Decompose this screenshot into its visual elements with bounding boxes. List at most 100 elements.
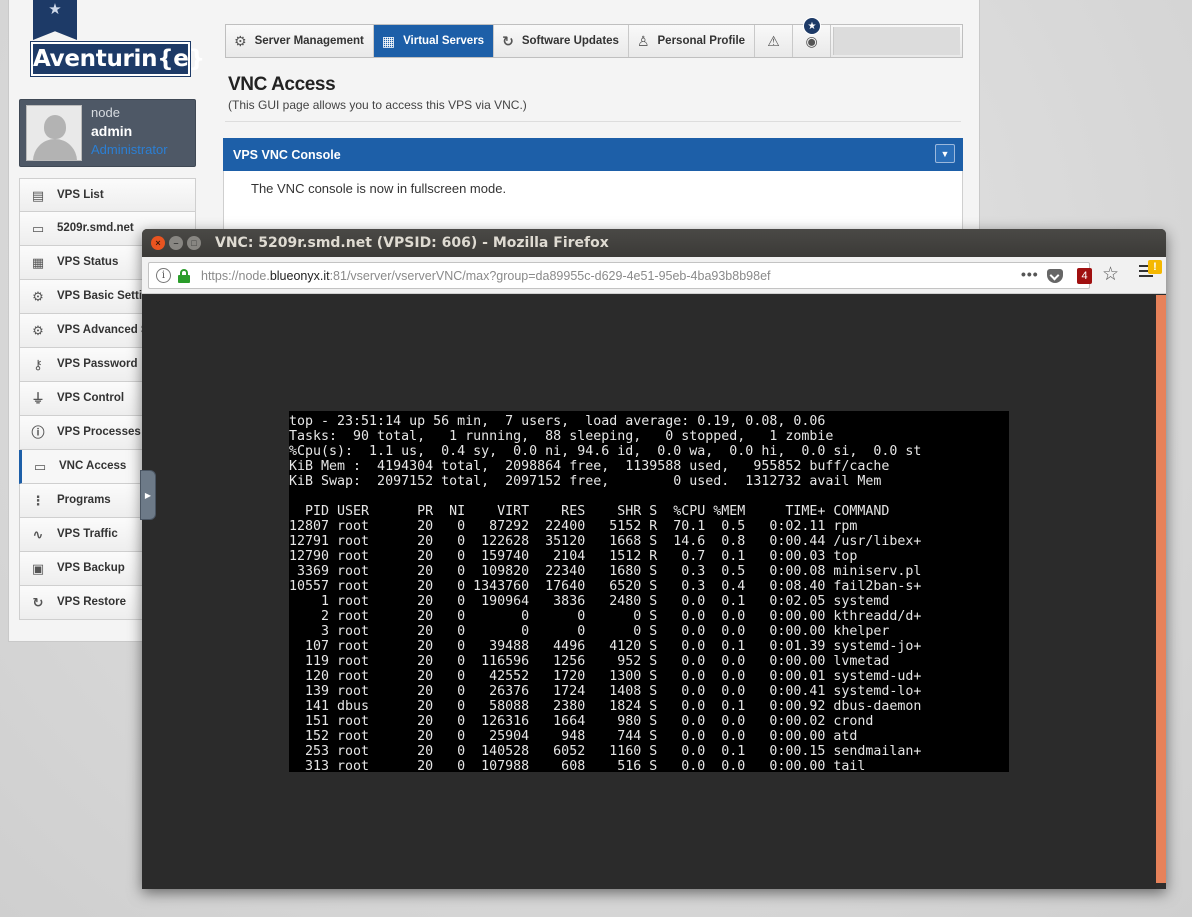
grid-icon: ▦ [381, 32, 396, 49]
sidebar-item-label: VPS Control [57, 392, 125, 404]
info-icon[interactable]: i [156, 268, 171, 283]
process-row: 141 dbus 20 0 58088 2380 1824 S 0.0 0.1 … [289, 699, 922, 714]
list-icon: ▤ [31, 188, 45, 203]
sidebar-item-label: VPS Advanced S [57, 324, 149, 336]
gear-icon: ⚙ [234, 32, 247, 49]
tab-label: Server Management [254, 35, 364, 47]
user-name: admin [91, 123, 133, 139]
panel-toggle-button[interactable]: ▼ [935, 144, 955, 163]
tab-personal-profile[interactable]: ♙ Personal Profile [629, 25, 756, 57]
refresh-icon: ↻ [502, 32, 514, 49]
sidebar-item-label: VPS Password [57, 358, 138, 370]
gears-icon: ⚙ [32, 323, 44, 338]
notification-star-badge: ★ [803, 17, 821, 35]
pocket-icon[interactable] [1047, 269, 1063, 283]
lifebuoy-icon: ◉ [805, 32, 818, 49]
sidebar-item-vps-list[interactable]: ▤ VPS List [19, 178, 196, 212]
tab-label: Software Updates [521, 35, 619, 47]
key-icon: ⚷ [33, 357, 43, 372]
window-title: VNC: 5209r.smd.net (VPSID: 606) - Mozill… [215, 235, 609, 251]
gear-icon: ⚙ [32, 289, 44, 304]
backup-icon: ▣ [31, 561, 45, 576]
process-row: 107 root 20 0 39488 4496 4120 S 0.0 0.1 … [289, 639, 922, 654]
user-box: node admin Administrator [19, 99, 196, 167]
process-row: 12790 root 20 0 159740 2104 1512 R 0.7 0… [289, 549, 858, 564]
logo[interactable]: Aventurin{e} [30, 41, 205, 77]
process-row: 12807 root 20 0 87292 22400 5152 R 70.1 … [289, 519, 858, 534]
top-header-line: %Cpu(s): 1.1 us, 0.4 sy, 0.0 ni, 94.6 id… [289, 444, 922, 459]
firefox-window: × – □ VNC: 5209r.smd.net (VPSID: 606) - … [142, 229, 1166, 889]
avatar [26, 105, 82, 161]
process-row: 12791 root 20 0 122628 35120 1668 S 14.6… [289, 534, 922, 549]
user-group-link[interactable]: Administrator [91, 142, 168, 157]
star-icon: ★ [48, 1, 62, 18]
bookmark-star-icon[interactable]: ☆ [1102, 263, 1119, 286]
warning-icon: ⚠ [767, 32, 780, 49]
process-row: 1 root 20 0 190964 3836 2480 S 0.0 0.1 0… [289, 594, 890, 609]
url-bar[interactable]: i https://node.blueonyx.it:81/vserver/vs… [148, 262, 1092, 289]
window-close-button[interactable]: × [151, 236, 165, 250]
tab-software-updates[interactable]: ↻ Software Updates [494, 25, 629, 57]
sidebar-item-label: VPS List [57, 189, 104, 201]
process-row: 2 root 20 0 0 0 0 S 0.0 0.0 0:00.00 kthr… [289, 609, 922, 624]
navigation-bar: i https://node.blueonyx.it:81/vserver/vs… [142, 257, 1166, 294]
info-icon: ⓘ [31, 425, 45, 440]
sidebar-item-label: VPS Processes [57, 426, 141, 438]
monitor-icon: ▭ [33, 459, 47, 474]
scrollbar[interactable] [1156, 295, 1166, 883]
top-process-rows: 12807 root 20 0 87292 22400 5152 R 70.1 … [289, 519, 1009, 772]
tab-virtual-servers[interactable]: ▦ Virtual Servers [373, 25, 495, 57]
tab-warning[interactable]: ⚠ [755, 25, 794, 57]
url-text[interactable]: https://node.blueonyx.it:81/vserver/vser… [201, 269, 771, 283]
vnc-terminal-screen[interactable]: top - 23:51:14 up 56 min, 7 users, load … [289, 411, 1009, 772]
page-subtitle: (This GUI page allows you to access this… [228, 98, 527, 112]
process-row: 3369 root 20 0 109820 22340 1680 S 0.3 0… [289, 564, 922, 579]
main-tabs: ⚙ Server Management ▦ Virtual Servers ↻ Softw… [225, 24, 963, 58]
window-minimize-button[interactable]: – [169, 236, 183, 250]
chart-icon: ∿ [32, 527, 44, 542]
sidebar-item-label: VPS Status [57, 256, 119, 268]
process-row: 120 root 20 0 42552 1720 1300 S 0.0 0.0 … [289, 669, 922, 684]
person-icon: ♙ [636, 32, 650, 49]
logo-ribbon: ★ [33, 0, 77, 40]
panel-header: VPS VNC Console ▼ [223, 138, 963, 171]
tab-label: Personal Profile [657, 35, 746, 47]
laptop-icon: ▭ [31, 221, 45, 236]
vnc-viewport[interactable]: top - 23:51:14 up 56 min, 7 users, load … [142, 295, 1156, 889]
top-column-headers: PID USER PR NI VIRT RES SHR S %CPU %MEM … [289, 504, 890, 519]
tab-server-management[interactable]: ⚙ Server Management [226, 25, 374, 57]
sidebar-item-label: VPS Traffic [57, 528, 118, 540]
window-titlebar[interactable]: × – □ VNC: 5209r.smd.net (VPSID: 606) - … [142, 229, 1166, 257]
tab-label: Virtual Servers [403, 35, 485, 47]
sidebar-item-label: VPS Backup [57, 562, 125, 574]
panel-body: The VNC console is now in fullscreen mod… [223, 171, 963, 231]
panel-message: The VNC console is now in fullscreen mod… [251, 181, 507, 196]
sidebar-item-label: VNC Access [59, 460, 127, 472]
sidebar-item-label: VPS Restore [57, 596, 127, 608]
panel-title: VPS VNC Console [233, 148, 341, 162]
sidebar-item-label: Programs [57, 494, 111, 506]
process-row: 151 root 20 0 126316 1664 980 S 0.0 0.0 … [289, 714, 874, 729]
restore-icon: ↻ [32, 595, 44, 610]
window-maximize-button[interactable]: □ [187, 236, 201, 250]
page-actions-icon[interactable]: ••• [1021, 266, 1039, 282]
top-header-line: KiB Mem : 4194304 total, 2098864 free, 1… [289, 459, 890, 474]
warning-badge-icon: ! [1148, 260, 1162, 274]
top-header-line: Tasks: 90 total, 1 running, 88 sleeping,… [289, 429, 834, 444]
process-row: 253 root 20 0 140528 6052 1160 S 0.0 0.1… [289, 744, 922, 759]
ublock-icon[interactable]: 4 [1077, 268, 1092, 284]
sidebar-item-label: 5209r.smd.net [57, 222, 134, 234]
process-row: 10557 root 20 0 1343760 17640 6520 S 0.3… [289, 579, 922, 594]
tab-bar-filler [833, 27, 960, 55]
vnc-control-bar-handle[interactable]: ▶ [140, 470, 156, 520]
lock-icon[interactable] [178, 269, 190, 283]
process-row: 119 root 20 0 116596 1256 952 S 0.0 0.0 … [289, 654, 890, 669]
page-title: VNC Access [228, 74, 336, 95]
top-header: top - 23:51:14 up 56 min, 7 users, load … [289, 414, 1009, 489]
process-row: 139 root 20 0 26376 1724 1408 S 0.0 0.0 … [289, 684, 922, 699]
divider [225, 121, 961, 122]
plug-icon: ⏚ [31, 391, 45, 406]
status-icon: ▦ [31, 255, 45, 270]
process-row: 152 root 20 0 25904 948 744 S 0.0 0.0 0:… [289, 729, 858, 744]
top-header-line: KiB Swap: 2097152 total, 2097152 free, 0… [289, 474, 882, 489]
